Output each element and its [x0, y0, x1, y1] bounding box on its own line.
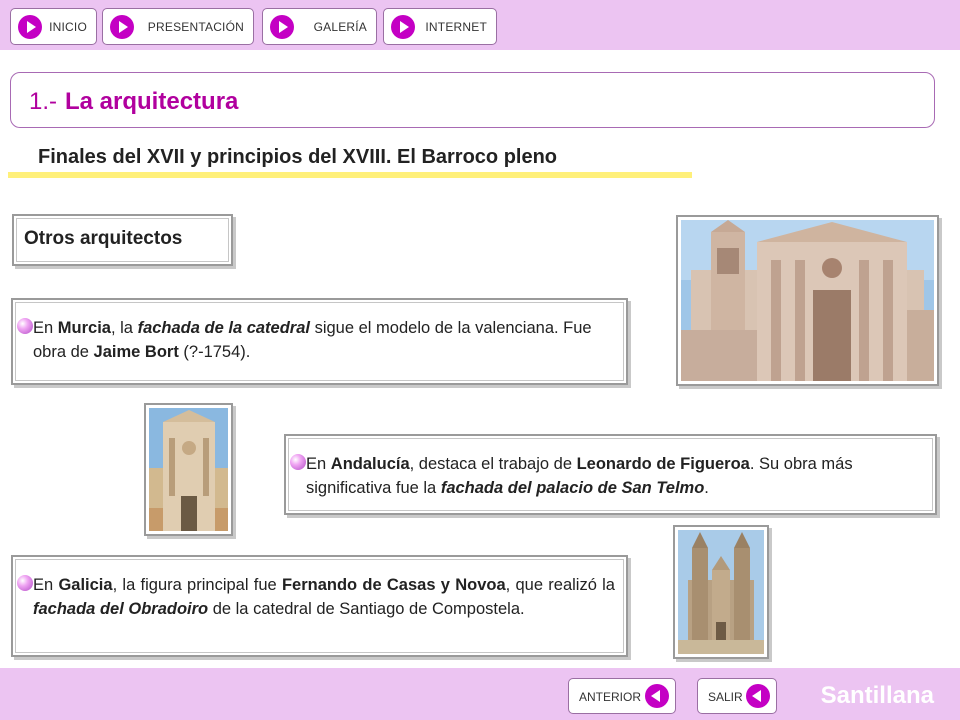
text-run: En — [306, 455, 331, 473]
murcia-paragraph: En Murcia, la fachada de la catedral sig… — [33, 316, 613, 364]
work-name: fachada del palacio de San Telmo — [440, 479, 705, 497]
play-arrow-icon — [391, 15, 415, 39]
back-arrow-icon — [645, 684, 669, 708]
architect-name: Leonardo de Figueroa — [576, 455, 750, 473]
andalucia-text-box: En Andalucía, destaca el trabajo de Leon… — [284, 434, 937, 515]
text-run: , que realizó la — [505, 576, 615, 594]
bullet-icon — [17, 318, 33, 334]
subtitle-underline — [8, 172, 692, 178]
obradoiro-illustration — [678, 530, 764, 654]
nav-presentacion-button[interactable]: PRESENTACIÓN — [102, 8, 254, 45]
anterior-label: ANTERIOR — [579, 690, 642, 704]
nav-galeria-button[interactable]: GALERÍA — [262, 8, 377, 45]
section-title: Otros arquitectos — [24, 228, 183, 249]
andalucia-paragraph: En Andalucía, destaca el trabajo de Leon… — [306, 452, 926, 500]
bullet-icon — [290, 454, 306, 470]
place-name: Galicia — [58, 576, 113, 594]
nav-inicio-button[interactable]: INICIO — [10, 8, 97, 45]
architect-name: Jaime Bort — [93, 343, 179, 361]
text-run: , la figura principal fue — [112, 576, 282, 594]
section-title-box: Otros arquitectos — [12, 214, 233, 266]
text-run: En — [33, 319, 58, 337]
text-run: . — [704, 479, 709, 497]
text-run: (?-1754). — [178, 343, 251, 361]
bottom-bar — [0, 668, 960, 720]
nav-presentacion-label: PRESENTACIÓN — [147, 20, 244, 34]
work-name: fachada del Obradoiro — [33, 600, 209, 618]
play-arrow-icon — [110, 15, 134, 39]
place-name: Andalucía — [330, 455, 410, 473]
anterior-button[interactable]: ANTERIOR — [568, 678, 676, 714]
text-run: de la catedral de Santiago de Compostela… — [208, 600, 525, 618]
text-run: En — [33, 576, 59, 594]
murcia-cathedral-illustration — [681, 220, 934, 381]
nav-internet-label: INTERNET — [425, 20, 487, 34]
back-arrow-icon — [746, 684, 770, 708]
page-title: La arquitectura — [65, 88, 239, 115]
brand-logo: Santillana — [820, 682, 934, 709]
nav-galeria-label: GALERÍA — [313, 20, 367, 34]
salir-button[interactable]: SALIR — [697, 678, 777, 714]
work-name: fachada de la catedral — [137, 319, 310, 337]
galicia-text-box: En Galicia, la figura principal fue Fern… — [11, 555, 628, 657]
place-name: Murcia — [57, 319, 111, 337]
san-telmo-illustration — [149, 408, 228, 531]
text-run: , la — [110, 319, 138, 337]
page-title-box: 1.- La arquitectura — [10, 72, 935, 128]
salir-label: SALIR — [708, 690, 743, 704]
nav-inicio-label: INICIO — [49, 20, 87, 34]
san-telmo-palace-image — [144, 403, 233, 536]
text-run: , destaca el trabajo de — [409, 455, 577, 473]
obradoiro-image — [673, 525, 769, 659]
bullet-icon — [17, 575, 33, 591]
nav-internet-button[interactable]: INTERNET — [383, 8, 497, 45]
play-arrow-icon — [270, 15, 294, 39]
page-subtitle: Finales del XVII y principios del XVIII.… — [38, 146, 558, 168]
murcia-cathedral-image — [676, 215, 939, 386]
architect-name: Fernando de Casas y Novoa — [281, 576, 506, 594]
section-number: 1.- — [29, 88, 58, 115]
murcia-text-box: En Murcia, la fachada de la catedral sig… — [11, 298, 628, 385]
play-arrow-icon — [18, 15, 42, 39]
galicia-paragraph: En Galicia, la figura principal fue Fern… — [33, 573, 615, 621]
